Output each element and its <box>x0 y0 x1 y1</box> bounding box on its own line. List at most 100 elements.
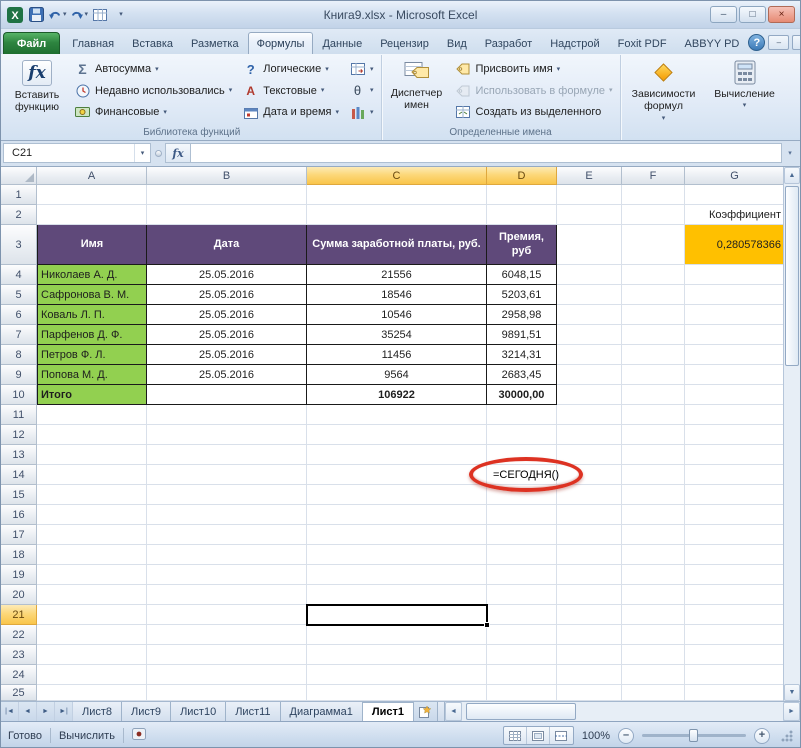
zoom-level[interactable]: 100% <box>582 730 610 742</box>
cell-D24[interactable] <box>487 665 557 685</box>
status-calculate[interactable]: Вычислить <box>59 730 115 742</box>
workbook-minimize-button[interactable]: – <box>768 35 789 50</box>
cell-C16[interactable] <box>307 505 487 525</box>
more-functions-button[interactable]: ▾ <box>345 102 378 122</box>
row-header-21[interactable]: 21 <box>1 605 37 625</box>
cell-A4[interactable]: Николаев А. Д. <box>37 265 147 285</box>
cell-A6[interactable]: Коваль Л. П. <box>37 305 147 325</box>
column-header-F[interactable]: F <box>622 167 685 185</box>
cell-D6[interactable]: 2958,98 <box>487 305 557 325</box>
name-box-caret[interactable]: ▾ <box>134 144 150 162</box>
cell-B9[interactable]: 25.05.2016 <box>147 365 307 385</box>
cell-C8[interactable]: 11456 <box>307 345 487 365</box>
date-time-button[interactable]: Дата и время ▾ <box>238 102 343 122</box>
cell-B13[interactable] <box>147 445 307 465</box>
cell-G4[interactable] <box>685 265 783 285</box>
sheet-tab-Лист11[interactable]: Лист11 <box>226 702 280 721</box>
cell-F10[interactable] <box>622 385 685 405</box>
cell-B7[interactable]: 25.05.2016 <box>147 325 307 345</box>
cell-B15[interactable] <box>147 485 307 505</box>
excel-app-icon[interactable]: X <box>6 6 24 24</box>
column-header-A[interactable]: A <box>37 167 147 185</box>
cell-B11[interactable] <box>147 405 307 425</box>
row-header-23[interactable]: 23 <box>1 645 37 665</box>
sheet-tab-Лист8[interactable]: Лист8 <box>73 702 122 721</box>
cell-F7[interactable] <box>622 325 685 345</box>
cell-A12[interactable] <box>37 425 147 445</box>
horizontal-scroll-thumb[interactable] <box>466 703 576 720</box>
cell-C23[interactable] <box>307 645 487 665</box>
row-header-2[interactable]: 2 <box>1 205 37 225</box>
cell-A9[interactable]: Попова М. Д. <box>37 365 147 385</box>
cell-G19[interactable] <box>685 565 783 585</box>
cell-G17[interactable] <box>685 525 783 545</box>
cell-G6[interactable] <box>685 305 783 325</box>
math-trig-button[interactable]: θ ▾ <box>345 81 378 101</box>
insert-function-fx-button[interactable]: fx <box>165 143 191 163</box>
normal-view-button[interactable] <box>504 727 527 744</box>
ribbon-tab-file[interactable]: Файл <box>3 32 60 54</box>
ribbon-tab-Рецензир[interactable]: Рецензир <box>371 32 438 54</box>
ribbon-tab-Формулы[interactable]: Формулы <box>248 32 314 54</box>
cell-C2[interactable] <box>307 205 487 225</box>
cell-B25[interactable] <box>147 685 307 701</box>
formula-auditing-button[interactable]: Зависимости формул ▾ <box>624 56 704 126</box>
cell-G16[interactable] <box>685 505 783 525</box>
row-header-7[interactable]: 7 <box>1 325 37 345</box>
cell-B12[interactable] <box>147 425 307 445</box>
cell-C6[interactable]: 10546 <box>307 305 487 325</box>
sheet-tab-Лист9[interactable]: Лист9 <box>122 702 171 721</box>
cell-G8[interactable] <box>685 345 783 365</box>
cell-C15[interactable] <box>307 485 487 505</box>
cell-E5[interactable] <box>557 285 622 305</box>
cell-E11[interactable] <box>557 405 622 425</box>
zoom-slider-thumb[interactable] <box>689 729 698 742</box>
undo-button[interactable]: ▾ <box>48 6 67 24</box>
cell-D21[interactable] <box>487 605 557 625</box>
zoom-out-button[interactable]: – <box>618 728 634 744</box>
cell-G7[interactable] <box>685 325 783 345</box>
column-header-C[interactable]: C <box>307 167 487 185</box>
zoom-in-button[interactable]: + <box>754 728 770 744</box>
ribbon-tab-ABBYY PD[interactable]: ABBYY PD <box>676 32 749 54</box>
cell-E2[interactable] <box>557 205 622 225</box>
table-tool-button[interactable] <box>91 6 109 24</box>
cell-E12[interactable] <box>557 425 622 445</box>
text-functions-button[interactable]: A Текстовые ▾ <box>238 81 343 101</box>
cell-A19[interactable] <box>37 565 147 585</box>
cell-F12[interactable] <box>622 425 685 445</box>
zoom-slider[interactable] <box>642 734 746 737</box>
fill-handle[interactable] <box>484 622 490 628</box>
cell-D18[interactable] <box>487 545 557 565</box>
page-break-view-button[interactable] <box>550 727 573 744</box>
cell-C12[interactable] <box>307 425 487 445</box>
cell-E20[interactable] <box>557 585 622 605</box>
spreadsheet-grid[interactable]: =СЕГОДНЯ() ABCDEFG12Коэффициент3ИмяДатаС… <box>1 167 783 701</box>
cell-G22[interactable] <box>685 625 783 645</box>
cell-E19[interactable] <box>557 565 622 585</box>
lookup-reference-button[interactable]: ▾ <box>345 59 378 79</box>
previous-sheet-button[interactable]: ◄ <box>19 702 37 721</box>
cell-F15[interactable] <box>622 485 685 505</box>
cell-A13[interactable] <box>37 445 147 465</box>
cell-B4[interactable]: 25.05.2016 <box>147 265 307 285</box>
cell-C20[interactable] <box>307 585 487 605</box>
cell-A1[interactable] <box>37 185 147 205</box>
cell-D1[interactable] <box>487 185 557 205</box>
cell-A5[interactable]: Сафронова В. М. <box>37 285 147 305</box>
cell-B16[interactable] <box>147 505 307 525</box>
cell-G25[interactable] <box>685 685 783 701</box>
financial-button[interactable]: Финансовые ▾ <box>70 102 236 122</box>
cell-A21[interactable] <box>37 605 147 625</box>
name-box[interactable]: C21 ▾ <box>3 143 151 163</box>
cell-A11[interactable] <box>37 405 147 425</box>
last-sheet-button[interactable]: ►| <box>55 702 73 721</box>
cell-B6[interactable]: 25.05.2016 <box>147 305 307 325</box>
resize-grip[interactable] <box>780 729 793 742</box>
cell-A2[interactable] <box>37 205 147 225</box>
help-icon[interactable]: ? <box>748 34 765 51</box>
cell-F14[interactable] <box>622 465 685 485</box>
first-sheet-button[interactable]: |◄ <box>1 702 19 721</box>
maximize-button[interactable]: □ <box>739 6 766 23</box>
cell-F19[interactable] <box>622 565 685 585</box>
